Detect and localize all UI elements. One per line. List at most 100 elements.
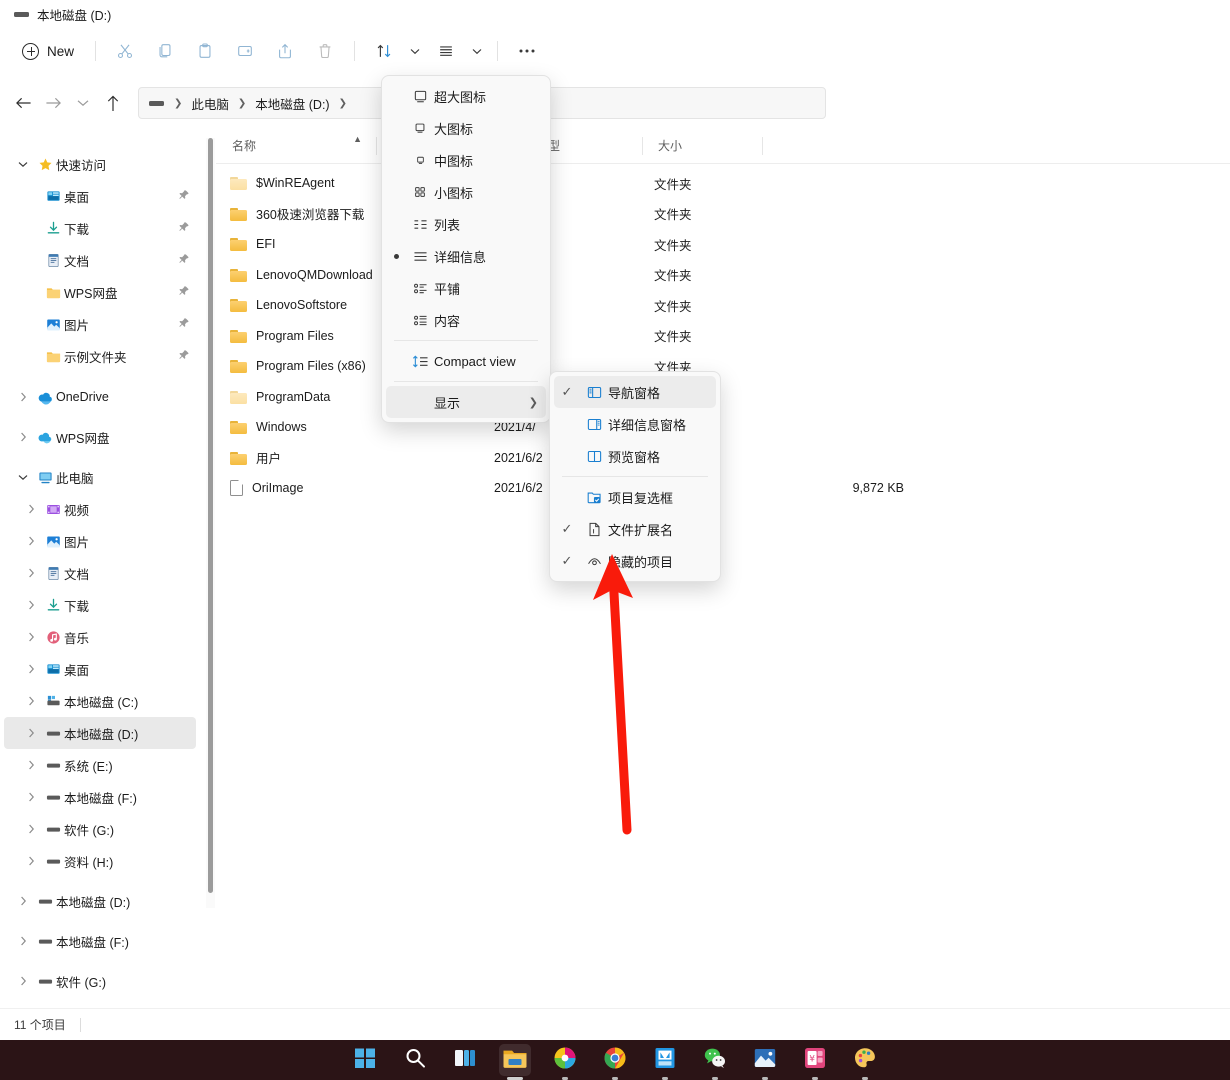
submenu-item-0[interactable]: ✓导航窗格: [554, 376, 716, 408]
table-row[interactable]: Program Files2:41文件夹: [216, 321, 1230, 351]
chevron-right-icon[interactable]: [20, 504, 42, 514]
chevron-right-icon[interactable]: [20, 792, 42, 802]
share-button[interactable]: [265, 33, 305, 69]
sidebar-item-22[interactable]: 本地磁盘 (D:): [4, 885, 196, 917]
sidebar-item-8[interactable]: WPS网盘: [4, 421, 196, 453]
table-row[interactable]: $WinREAgent2:15文件夹: [216, 168, 1230, 198]
more-options-button[interactable]: [507, 33, 547, 69]
menu-item-6[interactable]: 平铺: [386, 272, 546, 304]
menu-item-show[interactable]: 显示 ❯: [386, 386, 546, 418]
sidebar-item-23[interactable]: 本地磁盘 (F:): [4, 925, 196, 957]
pin-icon[interactable]: [178, 349, 190, 364]
view-button[interactable]: [426, 33, 466, 69]
column-divider[interactable]: [376, 137, 377, 155]
wechat-button[interactable]: [699, 1044, 731, 1076]
paste-button[interactable]: [185, 33, 225, 69]
chrome-button[interactable]: [599, 1044, 631, 1076]
submenu-item-5[interactable]: ✓隐藏的项目: [554, 545, 716, 577]
forward-button[interactable]: [38, 88, 68, 118]
back-button[interactable]: [8, 88, 38, 118]
chevron-right-icon[interactable]: [20, 856, 42, 866]
sidebar-item-19[interactable]: 本地磁盘 (F:): [4, 781, 196, 813]
cut-button[interactable]: [105, 33, 145, 69]
sidebar-item-15[interactable]: 桌面: [4, 653, 196, 685]
table-row[interactable]: Program Files (x86)6 15:00文件夹: [216, 351, 1230, 381]
pin-icon[interactable]: [178, 189, 190, 204]
table-row[interactable]: LenovoQMDownload6 19:40文件夹: [216, 260, 1230, 290]
new-button[interactable]: New: [14, 35, 86, 67]
sort-split-button[interactable]: [364, 33, 426, 69]
sidebar-item-10[interactable]: 视频: [4, 493, 196, 525]
sidebar-item-14[interactable]: 音乐: [4, 621, 196, 653]
breadcrumb-item-1[interactable]: 本地磁盘 (D:): [250, 92, 334, 115]
column-header-name[interactable]: 名称 ▲: [216, 128, 376, 164]
search-button[interactable]: [399, 1044, 431, 1076]
sidebar-item-3[interactable]: 文档: [4, 244, 196, 276]
rename-button[interactable]: [225, 33, 265, 69]
chevron-right-icon[interactable]: [12, 976, 34, 986]
submenu-item-2[interactable]: 预览窗格: [554, 440, 716, 472]
sidebar-item-7[interactable]: OneDrive: [4, 381, 196, 413]
view-split-button[interactable]: [426, 33, 488, 69]
sidebar-item-9[interactable]: 此电脑: [4, 461, 196, 493]
photos-button[interactable]: [749, 1044, 781, 1076]
sidebar-item-16[interactable]: 本地磁盘 (C:): [4, 685, 196, 717]
menu-item-7[interactable]: 内容: [386, 304, 546, 336]
start-button[interactable]: [349, 1044, 381, 1076]
sidebar-item-18[interactable]: 系统 (E:): [4, 749, 196, 781]
chevron-right-icon[interactable]: [12, 896, 34, 906]
recent-locations-button[interactable]: [68, 88, 98, 118]
sidebar-item-20[interactable]: 软件 (G:): [4, 813, 196, 845]
chevron-right-icon[interactable]: [20, 728, 42, 738]
table-row[interactable]: LenovoSoftstore6 23:31文件夹: [216, 290, 1230, 320]
chevron-right-icon[interactable]: [12, 432, 34, 442]
menu-item-2[interactable]: 中图标: [386, 144, 546, 176]
payment-app-button[interactable]: ¥: [799, 1044, 831, 1076]
chevron-right-icon[interactable]: [12, 392, 34, 402]
view-chevron-down-icon[interactable]: [466, 33, 488, 69]
table-row[interactable]: Windows2021/4/: [216, 412, 1230, 442]
task-view-button[interactable]: [449, 1044, 481, 1076]
sidebar-item-1[interactable]: 桌面: [4, 180, 196, 212]
chevron-right-icon[interactable]: [12, 936, 34, 946]
sidebar-item-4[interactable]: WPS网盘: [4, 276, 196, 308]
menu-item-compact-view[interactable]: Compact view: [386, 345, 546, 377]
sidebar-item-2[interactable]: 下载: [4, 212, 196, 244]
table-row[interactable]: OriImage2021/6/29,872 KB: [216, 473, 1230, 503]
submenu-item-3[interactable]: 项目复选框: [554, 481, 716, 513]
file-explorer-button[interactable]: [499, 1044, 531, 1076]
table-row[interactable]: 360极速浏览器下载3 17:26文件夹: [216, 199, 1230, 229]
scrollbar-thumb[interactable]: [208, 138, 213, 893]
sidebar-item-11[interactable]: 图片: [4, 525, 196, 557]
paint-button[interactable]: [849, 1044, 881, 1076]
chevron-right-icon[interactable]: [20, 568, 42, 578]
browser-360-button[interactable]: [549, 1044, 581, 1076]
sidebar-item-13[interactable]: 下载: [4, 589, 196, 621]
sidebar-item-5[interactable]: 图片: [4, 308, 196, 340]
chevron-right-icon[interactable]: [20, 600, 42, 610]
sidebar-item-6[interactable]: 示例文件夹: [4, 340, 196, 372]
navigation-scrollbar[interactable]: [206, 138, 215, 908]
chevron-down-icon[interactable]: [12, 161, 34, 168]
sidebar-item-17[interactable]: 本地磁盘 (D:): [4, 717, 196, 749]
pin-icon[interactable]: [178, 221, 190, 236]
sidebar-item-0[interactable]: 快速访问: [4, 148, 196, 180]
copy-button[interactable]: [145, 33, 185, 69]
menu-item-5[interactable]: 详细信息: [386, 240, 546, 272]
menu-item-1[interactable]: 大图标: [386, 112, 546, 144]
column-header-size[interactable]: 大小: [642, 128, 762, 164]
sidebar-item-12[interactable]: 文档: [4, 557, 196, 589]
sidebar-item-24[interactable]: 软件 (G:): [4, 965, 196, 997]
up-button[interactable]: [98, 88, 128, 118]
sidebar-item-21[interactable]: 资料 (H:): [4, 845, 196, 877]
chevron-right-icon[interactable]: [20, 696, 42, 706]
menu-item-3[interactable]: 小图标: [386, 176, 546, 208]
table-row[interactable]: 用户2021/6/2: [216, 443, 1230, 473]
chevron-right-icon[interactable]: [20, 664, 42, 674]
chevron-right-icon[interactable]: [20, 760, 42, 770]
sort-button[interactable]: [364, 33, 404, 69]
submenu-item-4[interactable]: ✓文件扩展名: [554, 513, 716, 545]
menu-item-4[interactable]: 列表: [386, 208, 546, 240]
chevron-down-icon[interactable]: [12, 474, 34, 481]
delete-button[interactable]: [305, 33, 345, 69]
